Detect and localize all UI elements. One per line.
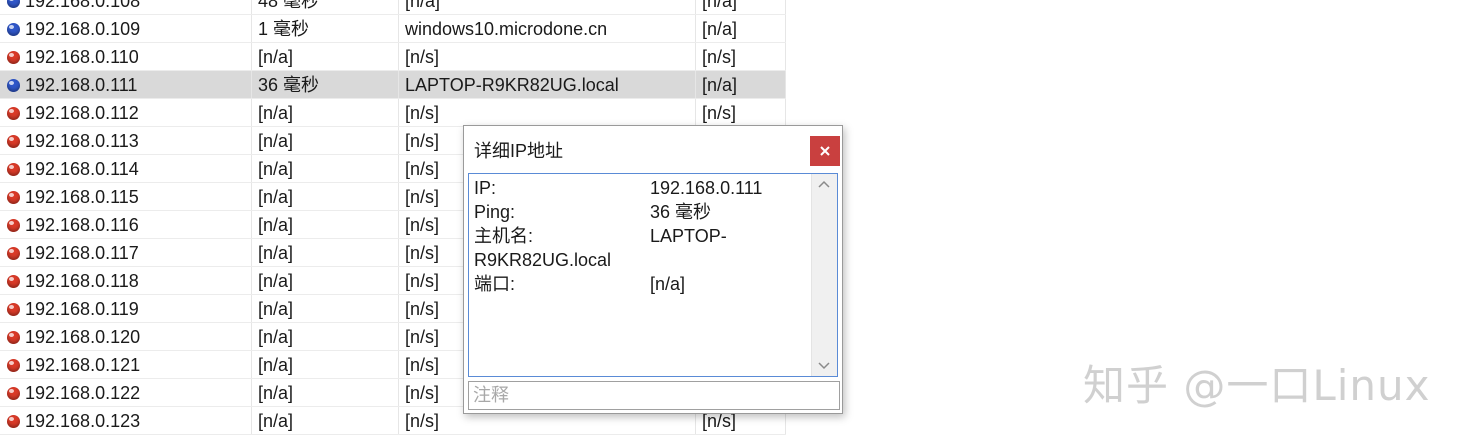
ip-value: 192.168.0.111 [650, 178, 763, 198]
status-alive-icon [7, 23, 20, 36]
ping-cell: [n/a] [252, 407, 399, 434]
table-row[interactable]: 192.168.0.111 36 毫秒 LAPTOP-R9KR82UG.local[… [0, 71, 786, 99]
port-label: 端口: [474, 274, 516, 294]
table-row[interactable]: 192.168.0.110 [n/a] [n/s] [n/s] [0, 43, 786, 71]
table-row[interactable]: 192.168.0.108 48 毫秒 [n/a] [n/a] [0, 0, 786, 15]
ip-cell: 192.168.0.117 [0, 239, 252, 266]
status-dead-icon [7, 247, 20, 260]
ip-cell: 192.168.0.112 [0, 99, 252, 126]
watermark-text: 知乎 @一口Linux [1083, 361, 1431, 410]
ip-text: 192.168.0.115 [25, 187, 139, 207]
ping-cell: [n/a] [252, 127, 399, 154]
details-content: IP: 192.168.0.111 Ping: 36 毫秒 主机名: LAPTO… [474, 176, 814, 296]
status-dead-icon [7, 275, 20, 288]
ip-text: 192.168.0.123 [25, 411, 141, 431]
ping-value: 36 毫秒 [650, 202, 712, 222]
ping-cell: [n/a] [252, 267, 399, 294]
ip-cell: 192.168.0.121 [0, 351, 252, 378]
ping-cell: [n/a] [252, 211, 399, 238]
status-dead-icon [7, 359, 20, 372]
ip-cell: 192.168.0.111 [0, 71, 252, 98]
ping-cell: [n/a] [252, 43, 399, 70]
ip-cell: 192.168.0.119 [0, 295, 252, 322]
ip-text: 192.168.0.110 [25, 47, 139, 67]
ip-text: 192.168.0.114 [25, 159, 139, 179]
table-row[interactable]: 192.168.0.109 1 毫秒 windows10.microdone.cn[… [0, 15, 786, 43]
hostname-label: 主机名: [474, 226, 534, 246]
ip-cell: 192.168.0.110 [0, 43, 252, 70]
ip-text: 192.168.0.122 [25, 383, 141, 403]
hostname-cell: [n/s] [399, 43, 696, 70]
status-alive-icon [7, 79, 20, 92]
comment-input[interactable] [468, 381, 840, 410]
ping-cell: [n/a] [252, 183, 399, 210]
status-alive-icon [7, 0, 20, 8]
status-dead-icon [7, 135, 20, 148]
port-cell: [n/a] [696, 15, 786, 42]
close-button[interactable] [810, 136, 840, 166]
details-scrollbar[interactable] [811, 174, 837, 376]
port-value: [n/a] [650, 274, 686, 294]
table-row[interactable]: 192.168.0.112 [n/a] [n/s] [n/s] [0, 99, 786, 127]
hostname-cell: [n/a] [399, 0, 696, 14]
status-dead-icon [7, 191, 20, 204]
ip-text: 192.168.0.111 [25, 75, 138, 95]
ip-text: 192.168.0.113 [25, 131, 139, 151]
ip-label: IP: [474, 178, 497, 198]
ping-label: Ping: [474, 202, 516, 222]
ip-cell: 192.168.0.120 [0, 323, 252, 350]
ip-text: 192.168.0.109 [25, 19, 141, 39]
ip-cell: 192.168.0.116 [0, 211, 252, 238]
ip-text: 192.168.0.118 [25, 271, 139, 291]
hostname-cell: LAPTOP-R9KR82UG.local [399, 71, 696, 98]
ping-cell: 48 毫秒 [252, 0, 399, 14]
ip-text: 192.168.0.108 [25, 0, 141, 11]
status-dead-icon [7, 219, 20, 232]
ip-text: 192.168.0.120 [25, 327, 141, 347]
status-dead-icon [7, 415, 20, 428]
ip-text: 192.168.0.116 [25, 215, 139, 235]
ping-cell: [n/a] [252, 295, 399, 322]
port-cell: [n/a] [696, 0, 786, 14]
status-dead-icon [7, 51, 20, 64]
ip-text: 192.168.0.112 [25, 103, 139, 123]
port-cell: [n/s] [696, 43, 786, 70]
status-dead-icon [7, 387, 20, 400]
ping-cell: [n/a] [252, 239, 399, 266]
ip-details-dialog: 详细IP地址 IP: 192.168.0.111 Ping: 36 毫秒 主机名… [463, 125, 843, 414]
ping-cell: [n/a] [252, 99, 399, 126]
ping-cell: 1 毫秒 [252, 15, 399, 42]
status-dead-icon [7, 107, 20, 120]
ping-cell: 36 毫秒 [252, 71, 399, 98]
status-dead-icon [7, 303, 20, 316]
ip-cell: 192.168.0.113 [0, 127, 252, 154]
status-dead-icon [7, 331, 20, 344]
ping-cell: [n/a] [252, 323, 399, 350]
ip-text: 192.168.0.119 [25, 299, 139, 319]
ip-text: 192.168.0.121 [25, 355, 141, 375]
ping-cell: [n/a] [252, 351, 399, 378]
port-cell: [n/a] [696, 71, 786, 98]
hostname-value-line1: LAPTOP- [650, 226, 727, 246]
hostname-cell: [n/s] [399, 99, 696, 126]
ip-cell: 192.168.0.123 [0, 407, 252, 434]
ip-cell: 192.168.0.114 [0, 155, 252, 182]
ip-cell: 192.168.0.108 [0, 0, 252, 14]
ping-cell: [n/a] [252, 155, 399, 182]
hostname-cell: windows10.microdone.cn [399, 15, 696, 42]
dialog-title: 详细IP地址 [474, 141, 564, 161]
ip-cell: 192.168.0.118 [0, 267, 252, 294]
status-dead-icon [7, 163, 20, 176]
ping-cell: [n/a] [252, 379, 399, 406]
ip-cell: 192.168.0.122 [0, 379, 252, 406]
details-textarea[interactable]: IP: 192.168.0.111 Ping: 36 毫秒 主机名: LAPTO… [468, 173, 838, 377]
ip-text: 192.168.0.117 [25, 243, 139, 263]
ip-cell: 192.168.0.115 [0, 183, 252, 210]
scroll-up-icon[interactable] [817, 178, 831, 192]
ip-cell: 192.168.0.109 [0, 15, 252, 42]
scroll-down-icon[interactable] [817, 358, 831, 372]
close-icon [820, 146, 830, 156]
port-cell: [n/s] [696, 99, 786, 126]
hostname-value-line2: R9KR82UG.local [474, 250, 612, 270]
